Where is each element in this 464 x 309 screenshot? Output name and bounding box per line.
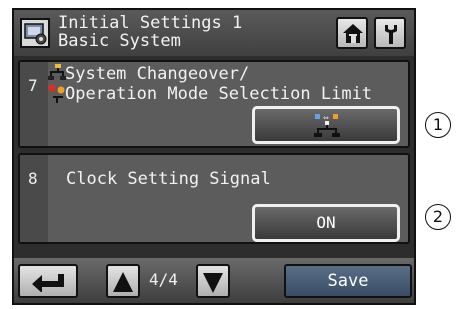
settings-panel-icon [20,18,50,48]
svg-text:⇔: ⇔ [323,114,329,122]
page-indicator: 4/4 [149,270,178,289]
setting-item-7: 7 System Changeover/ Operation Mode Sele… [18,60,410,148]
item-number: 8 [28,169,38,188]
header-bar: Initial Settings 1 Basic System [14,10,414,56]
system-changeover-button[interactable]: ⇔ [252,106,400,144]
clock-setting-signal-button[interactable]: ON [252,204,400,242]
item-number-column [20,62,48,146]
home-button[interactable] [336,17,368,49]
title-line-1: Initial Settings 1 [58,13,243,33]
system-network-icon [48,64,66,80]
maintenance-button[interactable] [374,17,406,49]
setting-item-8: 8 Clock Setting Signal ON [18,153,410,244]
return-arrow-icon [32,274,64,292]
item-label-line-2: Operation Mode Selection Limit [65,84,373,104]
callout-1: 1 [425,112,451,138]
page-up-button[interactable] [106,264,140,298]
home-icon [343,24,363,43]
controller-screen: Initial Settings 1 Basic System 7 System… [12,8,416,305]
operation-mode-icon [48,84,65,103]
save-button[interactable]: Save [284,264,412,298]
title-line-2: Basic System [58,31,181,51]
page-down-button[interactable] [196,264,230,298]
item-label-line-1: System Changeover/ [65,64,250,84]
system-changeover-icon: ⇔ [314,114,340,137]
footer-bar: 4/4 Save [14,258,414,303]
back-button[interactable] [18,264,78,298]
page-title: Initial Settings 1 Basic System [58,14,242,50]
item-label: Clock Setting Signal [66,169,271,189]
triangle-up-icon [113,272,133,292]
wrench-icon [385,25,397,44]
callout-2: 2 [425,204,451,230]
triangle-down-icon [203,273,223,293]
item-number: 7 [28,76,38,95]
